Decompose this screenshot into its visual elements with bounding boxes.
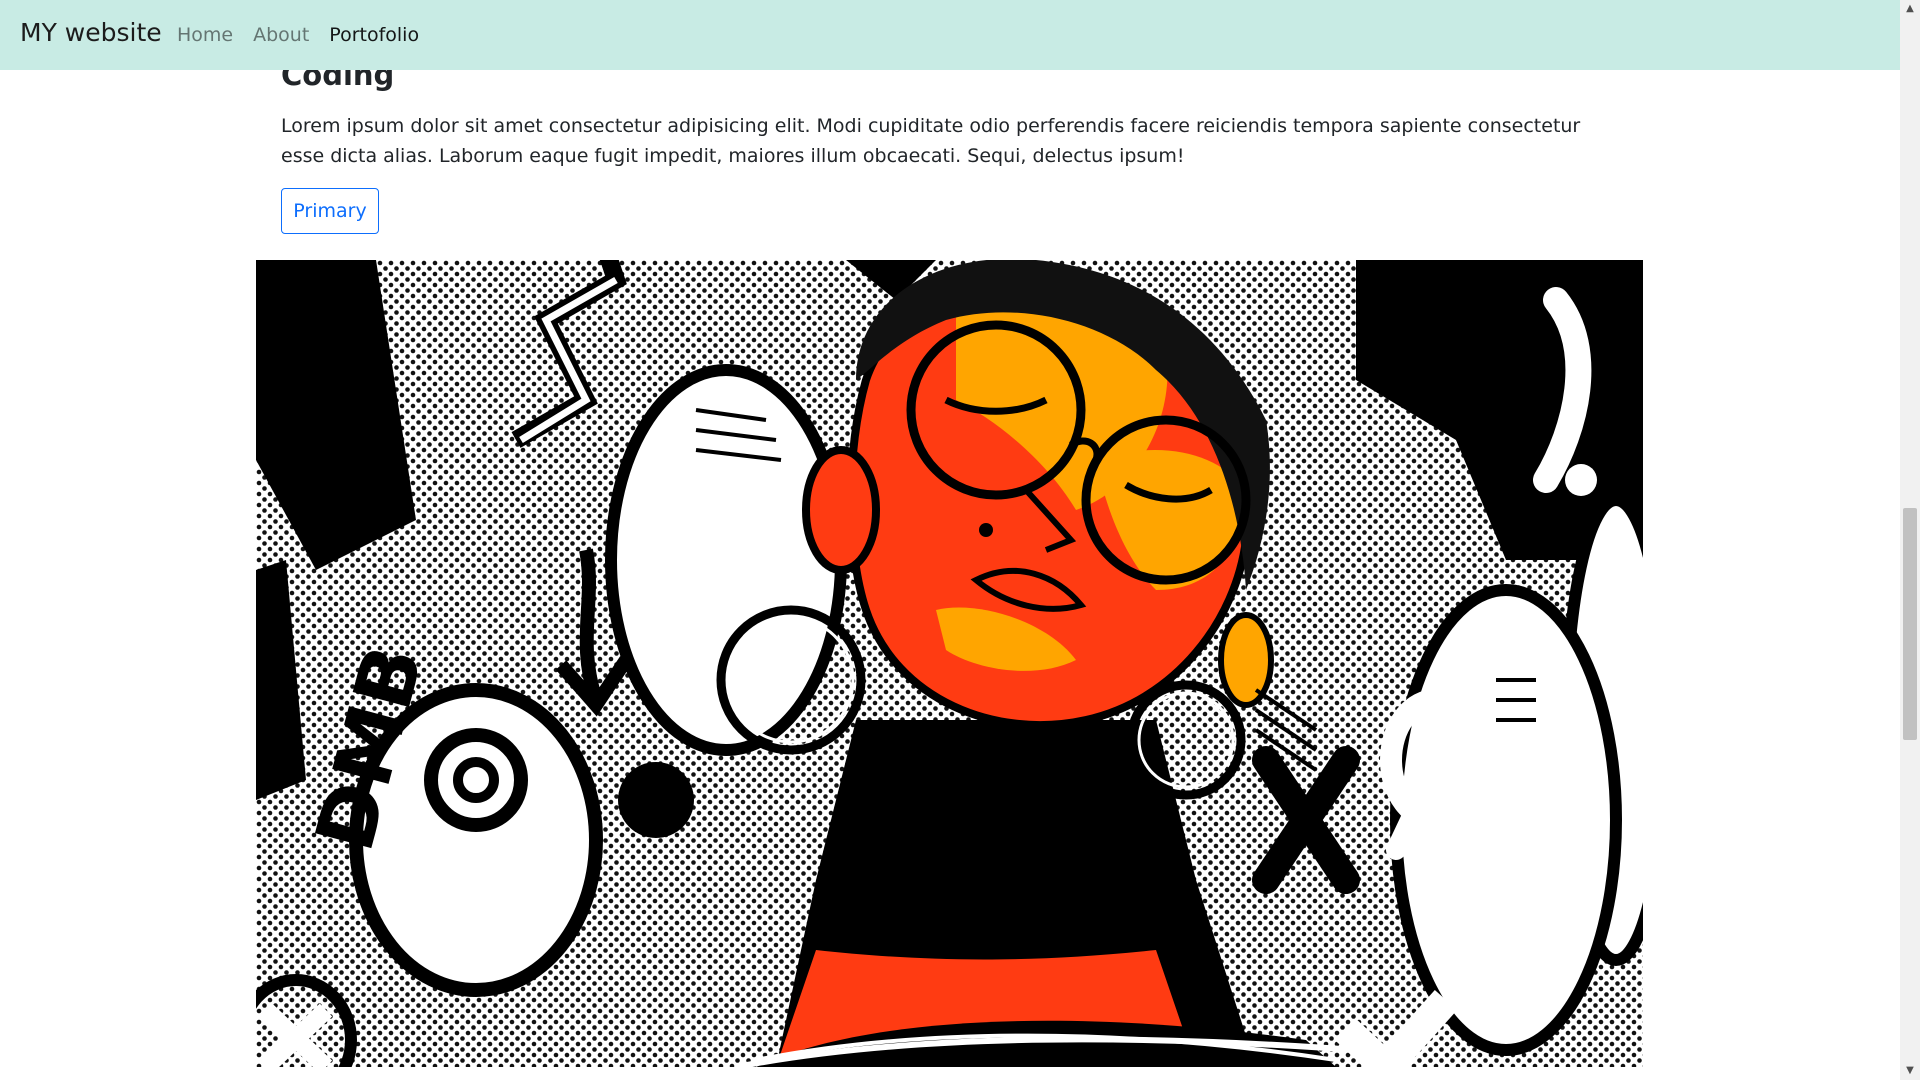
scroll-thumb[interactable] <box>1903 508 1917 740</box>
scroll-up-arrow-icon[interactable]: ▲ <box>1900 0 1920 18</box>
section-description: Lorem ipsum dolor sit amet consectetur a… <box>281 115 1581 167</box>
nav-links: Home About Portofolio <box>177 24 439 46</box>
brand-logo[interactable]: MY website <box>20 18 162 47</box>
nav-link-portfolio[interactable]: Portofolio <box>329 24 419 46</box>
nav-link-about[interactable]: About <box>253 24 309 46</box>
vertical-scrollbar[interactable]: ▲ ▼ <box>1900 0 1920 1080</box>
nav-link-home[interactable]: Home <box>177 24 233 46</box>
primary-button[interactable]: Primary <box>281 188 379 234</box>
main-content: Coding Lorem ipsum dolor sit amet consec… <box>0 0 1900 1080</box>
navbar: MY website Home About Portofolio <box>0 0 1900 70</box>
scroll-down-arrow-icon[interactable]: ▼ <box>1900 1062 1920 1080</box>
hero-image: DMB X100 <box>256 260 1643 1067</box>
pop-art-illustration: DMB X100 <box>256 260 1643 1067</box>
svg-text:X100: X100 <box>1641 730 1643 907</box>
page: Coding Lorem ipsum dolor sit amet consec… <box>0 0 1920 1080</box>
